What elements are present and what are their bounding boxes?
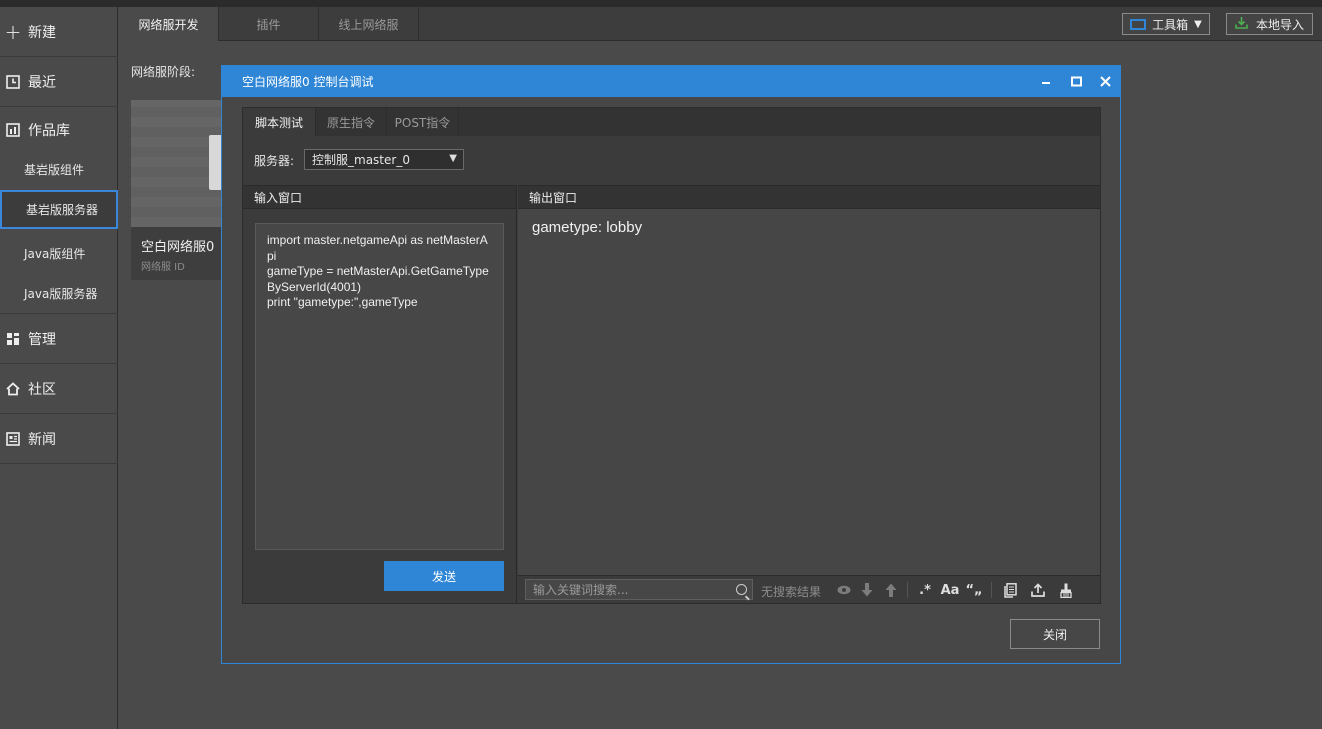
dialog-title: 空白网络服0 控制台调试 xyxy=(242,75,374,89)
sidebar-item-label: 最近 xyxy=(28,74,56,91)
sidebar-item-works[interactable]: 作品库 xyxy=(0,107,118,153)
tab-online-servers[interactable]: 线上网络服 xyxy=(319,7,419,41)
tab-label: 原生指令 xyxy=(326,115,375,130)
tab-netserver-dev[interactable]: 网络服开发 xyxy=(119,7,219,41)
sidebar-item-java-components[interactable]: Java版组件 xyxy=(0,232,118,274)
sidebar-item-label: Java版服务器 xyxy=(24,287,98,301)
whole-word-toggle[interactable]: “„ xyxy=(964,580,984,600)
copy-icon[interactable] xyxy=(1002,580,1018,600)
script-input[interactable]: import master.netgameApi as netMasterApi… xyxy=(255,223,504,550)
sidebar-item-label: Java版组件 xyxy=(24,246,86,261)
server-card-id-label: 网络服 ID xyxy=(141,262,185,273)
sidebar-item-java-servers[interactable]: Java版服务器 xyxy=(0,274,118,314)
arrow-down-icon[interactable] xyxy=(860,580,874,600)
stage-label: 网络服阶段: xyxy=(131,65,196,79)
sidebar-item-new[interactable]: + 新建 xyxy=(0,7,118,57)
newspaper-icon xyxy=(6,431,20,446)
clear-broom-icon[interactable] xyxy=(1058,580,1074,600)
server-card-title: 空白网络服0 xyxy=(141,240,215,255)
regex-toggle[interactable]: .* xyxy=(916,580,934,600)
sidebar-item-bedrock-servers[interactable]: 基岩版服务器 xyxy=(0,190,118,229)
maximize-icon[interactable] xyxy=(1062,66,1090,97)
dashboard-icon xyxy=(6,332,20,346)
search-input[interactable]: 输入关键词搜索... xyxy=(525,579,753,600)
sidebar: + 新建 最近 作品库 基岩版组件 基岩版服务器 Java版组件 Java版服务… xyxy=(0,7,118,729)
local-import-label: 本地导入 xyxy=(1255,17,1304,32)
toolbar-divider xyxy=(907,582,908,598)
tab-label: POST指令 xyxy=(394,115,451,130)
console-tabs: 脚本测试 原生指令 POST指令 xyxy=(243,108,1100,136)
toolbar-divider xyxy=(991,582,992,598)
minimize-icon[interactable] xyxy=(1032,66,1060,97)
tab-label: 脚本测试 xyxy=(254,115,303,130)
tab-post-command[interactable]: POST指令 xyxy=(387,108,459,136)
input-pane: import master.netgameApi as netMasterApi… xyxy=(243,209,517,603)
toolbox-button[interactable]: 工具箱 ▼ xyxy=(1122,13,1210,35)
server-card[interactable]: 空白网络服0 网络服 ID xyxy=(131,100,226,280)
dialog-titlebar: 空白网络服0 控制台调试 xyxy=(222,66,1120,97)
output-search-bar: 输入关键词搜索... 无搜索结果 .* Aa “„ xyxy=(518,575,1100,603)
search-placeholder: 输入关键词搜索... xyxy=(533,583,629,597)
top-strip xyxy=(0,0,1322,7)
tab-native-command[interactable]: 原生指令 xyxy=(316,108,387,136)
eye-icon[interactable] xyxy=(837,580,851,600)
search-result-status: 无搜索结果 xyxy=(761,585,822,599)
sidebar-item-manage[interactable]: 管理 xyxy=(0,314,118,364)
import-icon xyxy=(1235,16,1248,32)
output-pane: gametype: lobby xyxy=(518,209,1100,575)
tab-script-test[interactable]: 脚本测试 xyxy=(243,108,316,136)
sidebar-item-label: 新闻 xyxy=(28,431,56,448)
console-debug-dialog: 空白网络服0 控制台调试 脚本测试 原生指令 POST指令 服务器: 控制服_m… xyxy=(221,65,1121,664)
output-text: gametype: lobby xyxy=(532,219,643,236)
input-pane-header: 输入窗口 xyxy=(243,185,517,209)
sidebar-item-label: 基岩版服务器 xyxy=(26,203,99,217)
arrow-up-icon[interactable] xyxy=(884,580,898,600)
sidebar-item-news[interactable]: 新闻 xyxy=(0,414,118,464)
sidebar-item-label: 新建 xyxy=(28,24,56,41)
export-icon[interactable] xyxy=(1030,580,1046,600)
home-icon xyxy=(6,381,20,396)
tab-label: 网络服开发 xyxy=(138,17,199,32)
top-tabbar: 网络服开发 插件 线上网络服 工具箱 ▼ 本地导入 xyxy=(119,7,1322,41)
sidebar-item-label: 社区 xyxy=(28,381,56,398)
library-icon xyxy=(6,123,20,137)
local-import-button[interactable]: 本地导入 xyxy=(1226,13,1313,35)
send-button[interactable]: 发送 xyxy=(384,561,504,591)
sidebar-item-label: 基岩版组件 xyxy=(24,162,85,177)
chevron-down-icon: ▼ xyxy=(1194,18,1202,30)
server-select[interactable]: 控制服_master_0 ▼ xyxy=(304,149,464,170)
clock-icon xyxy=(6,74,20,89)
sidebar-item-label: 管理 xyxy=(28,331,56,348)
sidebar-item-bedrock-components[interactable]: 基岩版组件 xyxy=(0,148,118,190)
match-case-toggle[interactable]: Aa xyxy=(940,580,960,600)
toolbox-label: 工具箱 xyxy=(1152,17,1189,32)
console-panel: 脚本测试 原生指令 POST指令 服务器: 控制服_master_0 ▼ 输入窗… xyxy=(242,107,1101,604)
toolbox-icon xyxy=(1130,18,1147,30)
tab-label: 插件 xyxy=(256,17,281,32)
chevron-down-icon: ▼ xyxy=(449,153,457,164)
search-icon xyxy=(736,584,747,595)
tab-plugins[interactable]: 插件 xyxy=(219,7,319,41)
sidebar-item-community[interactable]: 社区 xyxy=(0,364,118,414)
close-icon[interactable] xyxy=(1091,66,1119,97)
close-button[interactable]: 关闭 xyxy=(1010,619,1100,649)
tab-label: 线上网络服 xyxy=(338,17,399,32)
sidebar-item-recent[interactable]: 最近 xyxy=(0,57,118,107)
server-label: 服务器: xyxy=(254,154,295,168)
output-pane-header: 输出窗口 xyxy=(518,185,1100,209)
server-select-value: 控制服_master_0 xyxy=(312,153,410,167)
sidebar-item-label: 作品库 xyxy=(28,123,70,139)
plus-icon: + xyxy=(4,19,22,44)
server-card-thumbnail xyxy=(131,100,226,227)
